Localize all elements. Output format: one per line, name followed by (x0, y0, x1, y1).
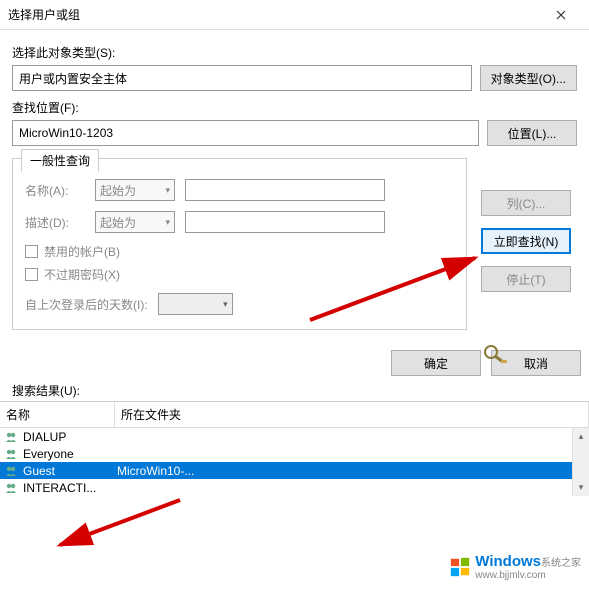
group-icon (3, 446, 19, 462)
row-name: Guest (22, 464, 117, 478)
location-field: MicroWin10-1203 (12, 120, 479, 146)
row-name: DIALUP (22, 430, 117, 444)
common-queries-tab[interactable]: 一般性查询 (21, 149, 99, 172)
group-icon (3, 463, 19, 479)
search-icon (481, 342, 509, 364)
object-types-button[interactable]: 对象类型(O)... (480, 65, 577, 91)
scroll-down-button[interactable]: ▾ (573, 479, 589, 496)
locations-button[interactable]: 位置(L)... (487, 120, 577, 146)
table-row[interactable]: GuestMicroWin10-... (0, 462, 589, 479)
dialog-content: 选择此对象类型(S): 用户或内置安全主体 对象类型(O)... 查找位置(F)… (0, 30, 589, 338)
days-since-logon-label: 自上次登录后的天数(I): (25, 296, 148, 313)
watermark: Windows系统之家 www.bjjmlv.com (449, 553, 581, 581)
search-results-label: 搜索结果(U): (12, 382, 577, 399)
row-name: INTERACTI... (22, 481, 117, 495)
close-icon (556, 10, 566, 20)
row-name: Everyone (22, 447, 117, 461)
side-buttons: 列(C)... 立即查找(N) 停止(T) (481, 190, 571, 364)
dialog-title: 选择用户或组 (8, 6, 541, 23)
group-icon (3, 480, 19, 496)
table-row[interactable]: INTERACTI... (0, 479, 589, 496)
vertical-scrollbar[interactable]: ▴ ▾ (572, 428, 589, 496)
results-table: 名称 所在文件夹 DIALUPEveryoneGuestMicroWin10-.… (0, 401, 589, 496)
chevron-down-icon: ▾ (165, 217, 170, 228)
days-since-logon-combo[interactable]: ▾ (158, 293, 233, 315)
common-queries-panel: 一般性查询 名称(A): 起始为 ▾ 描述(D): 起始为 ▾ 禁用的帐户(B)… (12, 158, 467, 330)
columns-button[interactable]: 列(C)... (481, 190, 571, 216)
object-type-field: 用户或内置安全主体 (12, 65, 472, 91)
chevron-down-icon: ▾ (165, 185, 170, 196)
desc-mode-combo[interactable]: 起始为 ▾ (95, 211, 175, 233)
stop-button[interactable]: 停止(T) (481, 266, 571, 292)
find-now-button[interactable]: 立即查找(N) (481, 228, 571, 254)
description-input[interactable] (185, 211, 385, 233)
non-expiring-password-label: 不过期密码(X) (44, 266, 120, 283)
titlebar: 选择用户或组 (0, 0, 589, 30)
disabled-accounts-checkbox[interactable] (25, 245, 38, 258)
chevron-down-icon: ▾ (223, 299, 228, 310)
description-label: 描述(D): (25, 214, 85, 231)
non-expiring-password-checkbox[interactable] (25, 268, 38, 281)
column-folder[interactable]: 所在文件夹 (115, 402, 589, 427)
table-row[interactable]: DIALUP (0, 428, 589, 445)
row-folder: MicroWin10-... (117, 464, 589, 478)
watermark-main: Windows (475, 553, 541, 570)
name-input[interactable] (185, 179, 385, 201)
column-name[interactable]: 名称 (0, 402, 115, 427)
table-row[interactable]: Everyone (0, 445, 589, 462)
watermark-sub1: 系统之家 (541, 558, 581, 569)
results-body: DIALUPEveryoneGuestMicroWin10-...INTERAC… (0, 428, 589, 496)
object-type-label: 选择此对象类型(S): (12, 44, 577, 61)
location-label: 查找位置(F): (12, 99, 577, 116)
scroll-up-button[interactable]: ▴ (573, 428, 589, 445)
close-button[interactable] (541, 0, 581, 30)
disabled-accounts-label: 禁用的帐户(B) (44, 243, 120, 260)
ok-button[interactable]: 确定 (391, 350, 481, 376)
windows-logo-icon (449, 556, 471, 578)
name-label: 名称(A): (25, 182, 85, 199)
watermark-url: www.bjjmlv.com (475, 570, 581, 581)
group-icon (3, 429, 19, 445)
scroll-track[interactable] (573, 445, 589, 479)
name-mode-combo[interactable]: 起始为 ▾ (95, 179, 175, 201)
results-header: 名称 所在文件夹 (0, 402, 589, 428)
